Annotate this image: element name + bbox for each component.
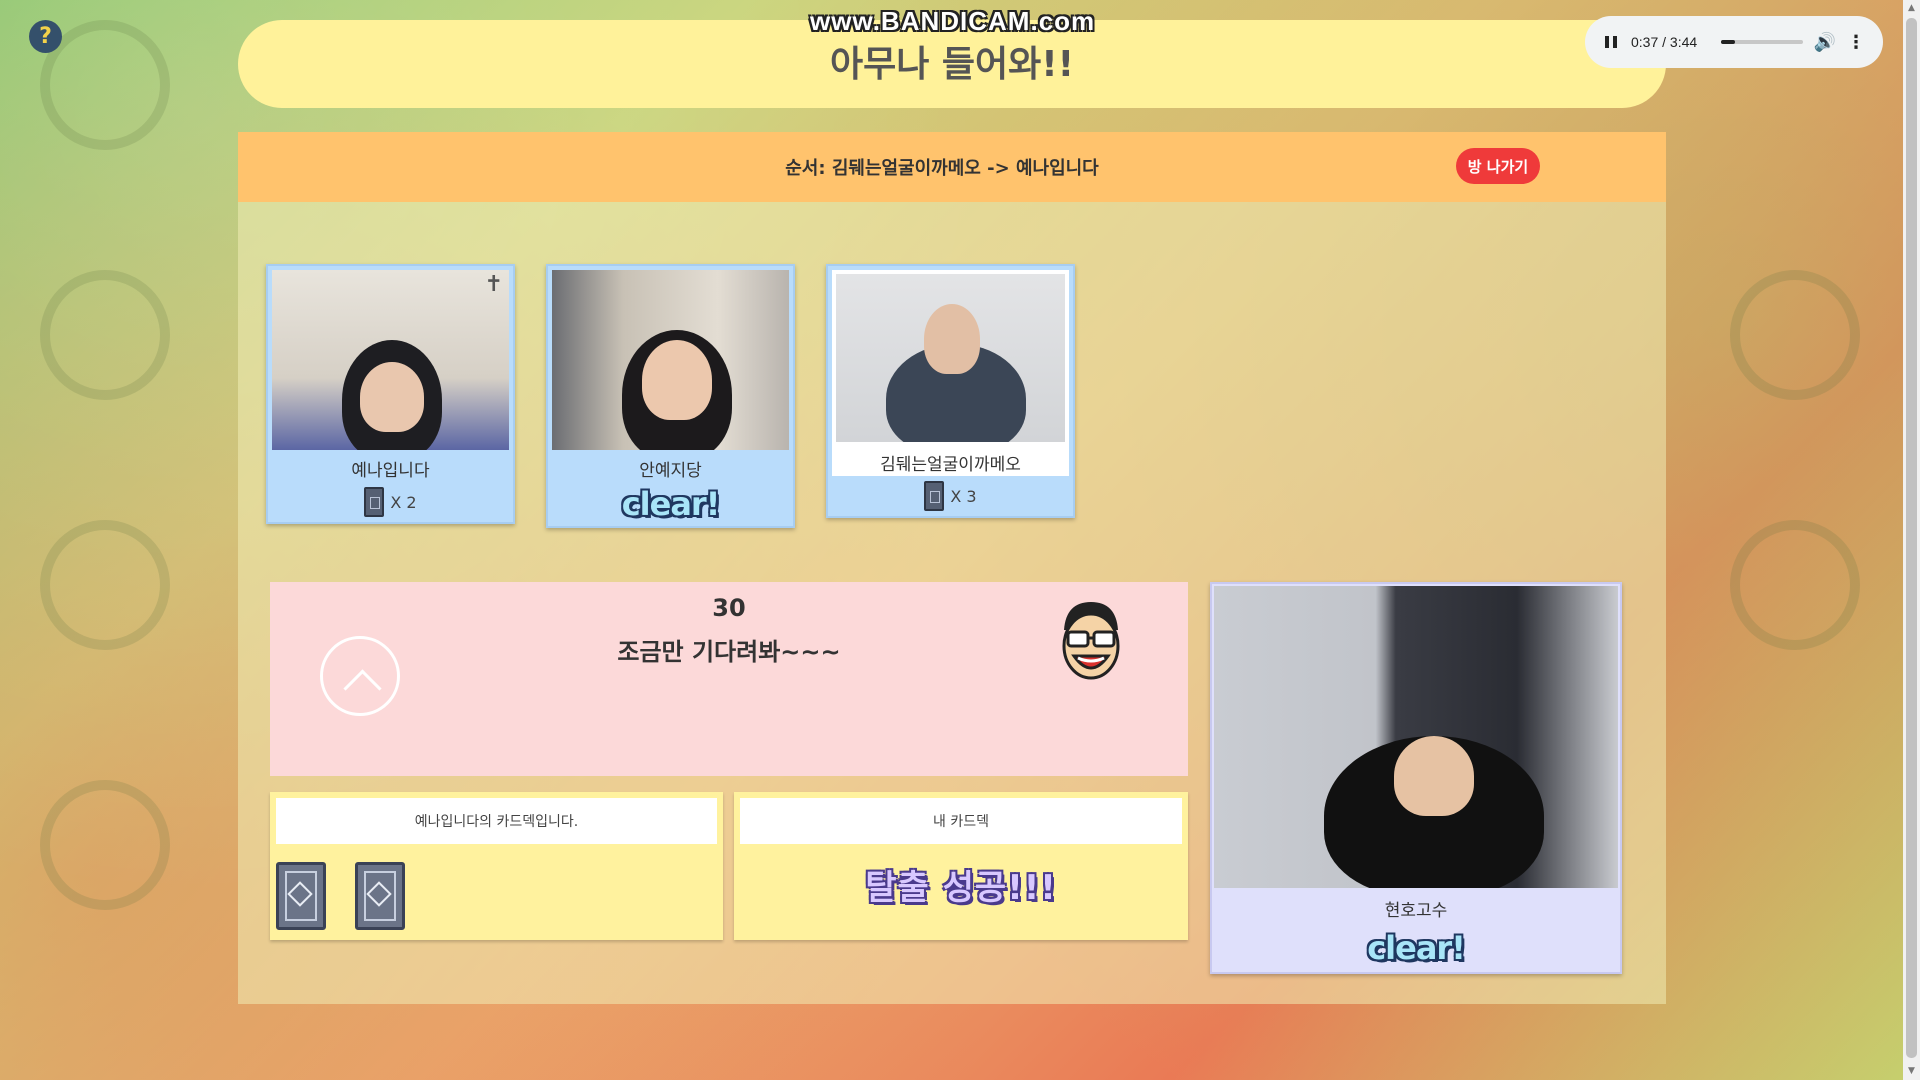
player-video-face [642, 340, 712, 420]
scroll-up-icon[interactable]: ▲ [1903, 0, 1920, 17]
player-card: 안예지당 clear! [546, 264, 795, 528]
background-pattern-face [1730, 520, 1860, 650]
pause-icon[interactable] [1601, 36, 1621, 48]
scroll-down-icon[interactable]: ▼ [1903, 1063, 1920, 1080]
main-player-clear-badge: clear! [1367, 929, 1466, 967]
player-card-count: X 3 [828, 476, 1073, 516]
player-card: 김뒈는얼굴이까메오 X 3 [826, 264, 1075, 518]
background-pattern-face [40, 780, 170, 910]
player-name: 김뒈는얼굴이까메오 [832, 446, 1069, 476]
turn-timer-panel: 30 조금만 기다려봐~~~ [270, 582, 1188, 776]
character-avatar-icon [1062, 602, 1120, 680]
main-player-card: 현호고수 clear! [1210, 582, 1622, 974]
audio-player: 0:37 / 3:44 🔊 ⋮ [1585, 16, 1883, 68]
card-back[interactable] [276, 862, 326, 930]
player-video: ✝ [272, 270, 509, 450]
player-card-count: X 2 [268, 482, 513, 522]
timer-count: 30 [712, 594, 746, 622]
page-scrollbar[interactable]: ▲ ▼ [1903, 0, 1920, 1080]
game-panel: 순서: 김뒈는얼굴이까메오 -> 예나입니다 방 나가기 ✝ 예나입니다 X 2… [238, 132, 1666, 1004]
opponent-card-deck: 예나입니다의 카드덱입니다. [270, 792, 723, 940]
player-progress-fill [1721, 40, 1735, 44]
player-progress-track[interactable] [1721, 40, 1803, 44]
player-video-face [924, 304, 980, 374]
scrollbar-thumb[interactable] [1906, 18, 1917, 1058]
player-video-face [1394, 736, 1474, 816]
card-count-label: X 2 [390, 492, 417, 512]
player-clear-badge: clear! [621, 485, 721, 523]
main-player-video [1214, 586, 1618, 888]
player-time: 0:37 / 3:44 [1631, 34, 1698, 50]
player-name: 예나입니다 [351, 461, 430, 481]
background-pattern-face [40, 270, 170, 400]
background-pattern-face [1730, 270, 1860, 400]
my-card-deck: 내 카드덱 탈출 성공!!! [734, 792, 1188, 940]
timer-message: 조금만 기다려봐~~~ [617, 638, 841, 666]
watermark: www.BANDICAM.com [810, 6, 1096, 36]
main-player-name: 현호고수 [1384, 901, 1448, 921]
card-count-label: X 3 [950, 486, 977, 506]
background-pattern-face [40, 520, 170, 650]
player-name: 안예지당 [639, 461, 702, 481]
player-video [552, 270, 789, 450]
more-options-icon[interactable]: ⋮ [1847, 32, 1865, 53]
cross-icon: ✝ [484, 272, 503, 297]
card-back-icon [364, 487, 385, 517]
my-deck-title: 내 카드덱 [740, 798, 1182, 844]
card-back[interactable] [355, 862, 405, 930]
escape-success-banner: 탈출 성공!!! [865, 868, 1057, 908]
volume-icon[interactable]: 🔊 [1813, 32, 1837, 53]
card-back-icon [924, 481, 945, 511]
turn-order-text: 순서: 김뒈는얼굴이까메오 -> 예나입니다 [785, 158, 1099, 179]
player-video [832, 270, 1069, 446]
turn-order-bar: 순서: 김뒈는얼굴이까메오 -> 예나입니다 방 나가기 [238, 132, 1666, 202]
player-video-face [360, 362, 424, 432]
room-title: 아무나 들어와!! [829, 44, 1075, 85]
opponent-deck-title: 예나입니다의 카드덱입니다. [276, 798, 717, 844]
leave-room-button[interactable]: 방 나가기 [1456, 148, 1540, 184]
timer-dial-icon [320, 636, 400, 716]
player-card: ✝ 예나입니다 X 2 [266, 264, 515, 524]
help-button[interactable]: ? [29, 20, 62, 53]
